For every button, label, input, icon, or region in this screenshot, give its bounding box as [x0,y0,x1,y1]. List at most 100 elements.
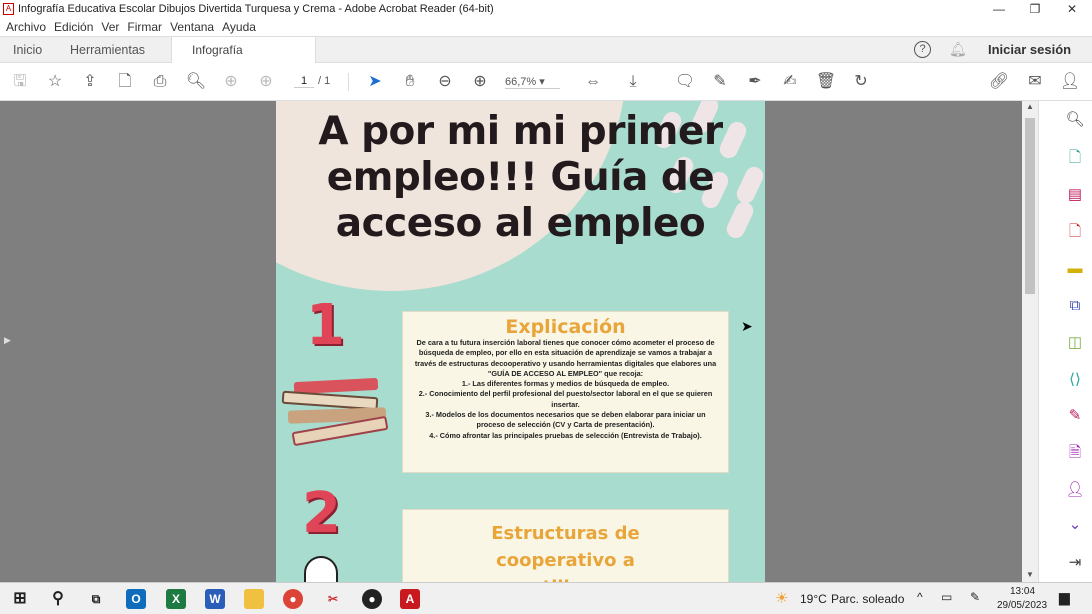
restore-button[interactable]: ❐ [1017,0,1053,18]
document-viewer[interactable]: ▶ A por mi mi primer empleo!!! Guía de a… [0,101,1022,582]
taskbar: ⊞ ⚲ ⧉ O X W ● ✂ ● A ☀ 19°C Parc. soleado… [0,582,1092,614]
snipping-tool-icon[interactable]: ✂ [323,589,343,609]
page-total: / 1 [318,75,331,87]
pen-icon[interactable]: ✎ [970,590,980,604]
weather-icon[interactable]: ☀ [775,589,788,607]
task-view-icon[interactable]: ⧉ [86,589,106,609]
hand-tool-icon[interactable]: ✋︎ [399,71,421,93]
menu-ventana[interactable]: Ventana [170,20,214,34]
outlook-icon[interactable]: O [126,589,146,609]
card-list-item: 4.- Cómo afrontar las principales prueba… [429,430,702,440]
menu-bar: Archivo Edición Ver Firmar Ventana Ayuda [0,18,1092,36]
search-tools-icon[interactable]: 🔍︎ [1065,110,1085,130]
title-bar: A Infografía Educativa Escolar Dibujos D… [0,0,1092,18]
share-link-icon[interactable]: 🔗︎ [988,71,1010,93]
form-icon[interactable]: 🗎 [1065,443,1085,463]
menu-ayuda[interactable]: Ayuda [222,20,256,34]
chrome-icon[interactable]: ● [283,589,303,609]
scroll-mode-icon[interactable]: ⤓ [622,71,644,93]
fill-sign-icon[interactable]: ✎ [1065,406,1085,426]
windows-start-icon[interactable]: ⊞ [10,589,30,609]
clock-time[interactable]: 13:04 [1000,586,1045,597]
acrobat-icon: A [3,3,14,15]
page-number-input[interactable]: 1 [294,75,314,88]
trash-icon[interactable]: 🗑︎ [815,71,837,93]
divider [348,73,349,91]
rotate-icon[interactable]: ↻ [850,71,872,93]
file-explorer-icon[interactable] [244,589,264,609]
scroll-down-icon[interactable]: ▼ [1026,570,1034,579]
tab-inicio[interactable]: Inicio [13,37,42,63]
next-page-icon[interactable]: ⊕ [255,71,277,93]
card-list-item: 3.- Modelos de los documentos necesarios… [425,410,706,430]
highlight-icon[interactable]: ✎ [709,71,731,93]
weather-text[interactable]: Parc. soleado [831,592,904,606]
collapse-tools-icon[interactable]: ⇥ [1065,553,1085,573]
save-icon[interactable]: 🖫 [9,71,31,93]
request-signature-icon[interactable]: 👤︎ [1065,480,1085,500]
organize-pages-icon[interactable]: ▤ [1065,185,1085,205]
compare-icon[interactable]: ◫ [1065,333,1085,353]
notifications-icon[interactable]: ▆ [1059,589,1070,606]
zoom-out-icon[interactable]: ⊖ [434,71,456,93]
email-icon[interactable]: ✉︎ [1024,71,1046,93]
protect-file-icon[interactable]: 🗋 [114,71,136,93]
signin-button[interactable]: Iniciar sesión [988,42,1071,57]
prev-page-icon[interactable]: ⊕ [220,71,242,93]
create-pdf-icon[interactable]: 🗋 [1065,148,1085,168]
search-taskbar-icon[interactable]: ⚲ [48,589,68,609]
estructuras-card: Estructuras de cooperativo a utilizar [402,509,729,582]
sign-icon[interactable]: ✒︎ [744,71,766,93]
minimize-button[interactable]: — [981,0,1017,18]
weather-temp[interactable]: 19°C [800,592,827,606]
card-list-item: 2.- Conocimiento del perfil profesional … [418,389,713,409]
hand-illustration [304,556,338,582]
tab-bar: Inicio Herramientas Infografía Educativa… [0,36,1092,83]
search-icon[interactable]: 🔍︎ [185,71,207,93]
scrollbar-thumb[interactable] [1025,118,1035,294]
help-icon[interactable]: ? [914,41,931,58]
acrobat-taskbar-icon[interactable]: A [400,589,420,609]
battery-icon[interactable]: ▭ [941,590,952,604]
zoom-select[interactable]: 66,7% ▾ [505,75,560,89]
scroll-up-icon[interactable]: ▲ [1026,102,1034,111]
explicacion-card: Explicación De cara a tu futura inserció… [402,311,729,473]
step-number-1: 1 [306,293,345,358]
menu-firmar[interactable]: Firmar [127,20,162,34]
pdf-page: A por mi mi primer empleo!!! Guía de acc… [276,101,765,582]
zoom-in-icon[interactable]: ⊕ [469,71,491,93]
menu-edicion[interactable]: Edición [54,20,93,34]
edit-pdf-icon[interactable]: ✍︎ [779,71,801,93]
card-heading: Explicación [505,316,626,338]
more-tools-icon[interactable]: ⌄ [1065,515,1085,535]
toolbar: 🖫 ☆ ⇪ 🗋 ⎙ 🔍︎ ⊕ ⊕ 1 / 1 ➤ ✋︎ ⊖ ⊕ 66,7% ▾ … [0,63,1092,101]
obs-icon[interactable]: ● [362,589,382,609]
bell-icon[interactable]: 🔔︎ [949,41,967,58]
mouse-cursor: ➤ [741,318,753,334]
close-window-button[interactable]: ✕ [1054,0,1090,18]
scan-icon[interactable]: ⟨⟩ [1065,370,1085,390]
card-list-item: 1.- Las diferentes formas y medios de bú… [461,379,670,389]
tab-document[interactable]: Infografía Educativa... × [171,37,316,83]
clock-date[interactable]: 29/05/2023 [994,600,1050,611]
show-hidden-icons[interactable]: ^ [917,590,923,604]
add-user-icon[interactable]: 👤︎ [1059,71,1081,93]
upload-cloud-icon[interactable]: ⇪ [79,71,101,93]
card-paragraph: De cara a tu futura inserción laboral ti… [414,338,717,378]
export-pdf-icon[interactable]: 🗋 [1065,222,1085,242]
menu-archivo[interactable]: Archivo [6,20,46,34]
document-title: A por mi mi primer empleo!!! Guía de acc… [318,109,723,246]
star-icon[interactable]: ☆ [44,71,66,93]
left-panel-toggle-icon[interactable]: ▶ [4,335,11,346]
fit-page-icon[interactable]: ⇔ [582,71,604,93]
card-heading: Estructuras de cooperativo a utilizar [491,523,640,582]
combine-files-icon[interactable]: ⧉ [1065,296,1085,316]
comment-tool-icon[interactable]: ▬ [1065,259,1085,279]
word-icon[interactable]: W [205,589,225,609]
menu-ver[interactable]: Ver [101,20,119,34]
comment-icon[interactable]: 🗨︎ [674,71,696,93]
select-cursor-icon[interactable]: ➤ [364,71,386,93]
print-icon[interactable]: ⎙ [149,71,171,93]
tab-herramientas[interactable]: Herramientas [70,37,145,63]
excel-icon[interactable]: X [166,589,186,609]
